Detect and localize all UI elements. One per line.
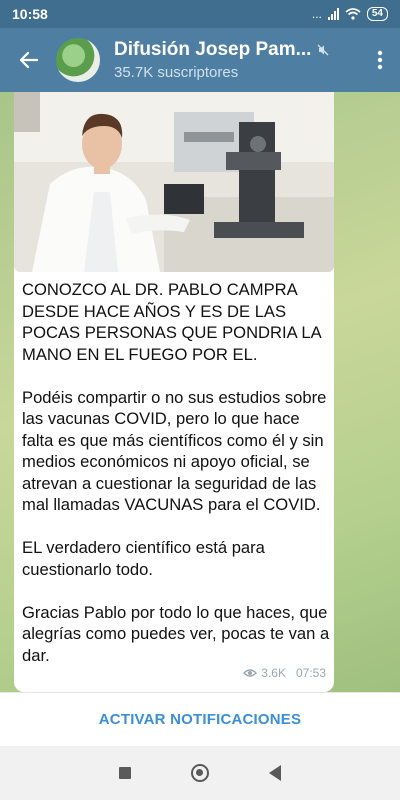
home-button[interactable]: [191, 764, 209, 782]
more-vert-icon: [377, 50, 383, 70]
enable-notifications-button[interactable]: ACTIVAR NOTIFICACIONES: [99, 711, 301, 728]
system-nav-bar: [0, 746, 400, 800]
channel-avatar[interactable]: [56, 38, 100, 82]
message-paragraph: Podéis compartir o no sus estudios sobre…: [22, 387, 327, 515]
back-button[interactable]: [0, 28, 56, 92]
wifi-icon: [345, 8, 361, 20]
chat-header: Difusión Josep Pam... 35.7K suscriptores: [0, 28, 400, 92]
more-options-button[interactable]: [360, 28, 400, 92]
mute-icon: [317, 44, 329, 56]
lab-photo-image: [14, 92, 334, 272]
message-bubble[interactable]: CONOZCO AL DR. PABLO CAMPRA DESDE HACE A…: [14, 92, 334, 692]
recents-button[interactable]: [119, 767, 131, 779]
message-paragraph: CONOZCO AL DR. PABLO CAMPRA DESDE HACE A…: [22, 280, 321, 364]
message-text: CONOZCO AL DR. PABLO CAMPRA DESDE HACE A…: [22, 279, 330, 688]
message-time: 07:53: [295, 666, 326, 680]
channel-info[interactable]: Difusión Josep Pam... 35.7K suscriptores: [114, 39, 360, 81]
status-time: 10:58: [12, 6, 48, 22]
network-text: ...: [311, 7, 322, 21]
status-icons: ... 54: [312, 7, 388, 21]
view-count: 3.6K: [261, 666, 286, 680]
back-arrow-icon: [19, 51, 38, 69]
message-paragraph: EL verdadero científico está para cuesti…: [22, 538, 265, 579]
channel-title: Difusión Josep Pam...: [114, 39, 312, 60]
message-meta: 3.6K 07:53: [243, 666, 326, 680]
status-bar: 10:58 ... 54: [0, 0, 400, 28]
signal-icon: [327, 8, 339, 20]
message-paragraph: Gracias Pablo por todo lo que haces, que…: [22, 602, 330, 665]
chat-area[interactable]: CONOZCO AL DR. PABLO CAMPRA DESDE HACE A…: [0, 92, 400, 692]
battery-indicator: 54: [366, 7, 388, 21]
eye-icon: [243, 669, 258, 677]
subscriber-count: 35.7K suscriptores: [114, 64, 239, 81]
message-photo[interactable]: [14, 92, 334, 272]
notification-bar: ACTIVAR NOTIFICACIONES: [0, 692, 400, 746]
back-system-button[interactable]: [269, 765, 281, 781]
